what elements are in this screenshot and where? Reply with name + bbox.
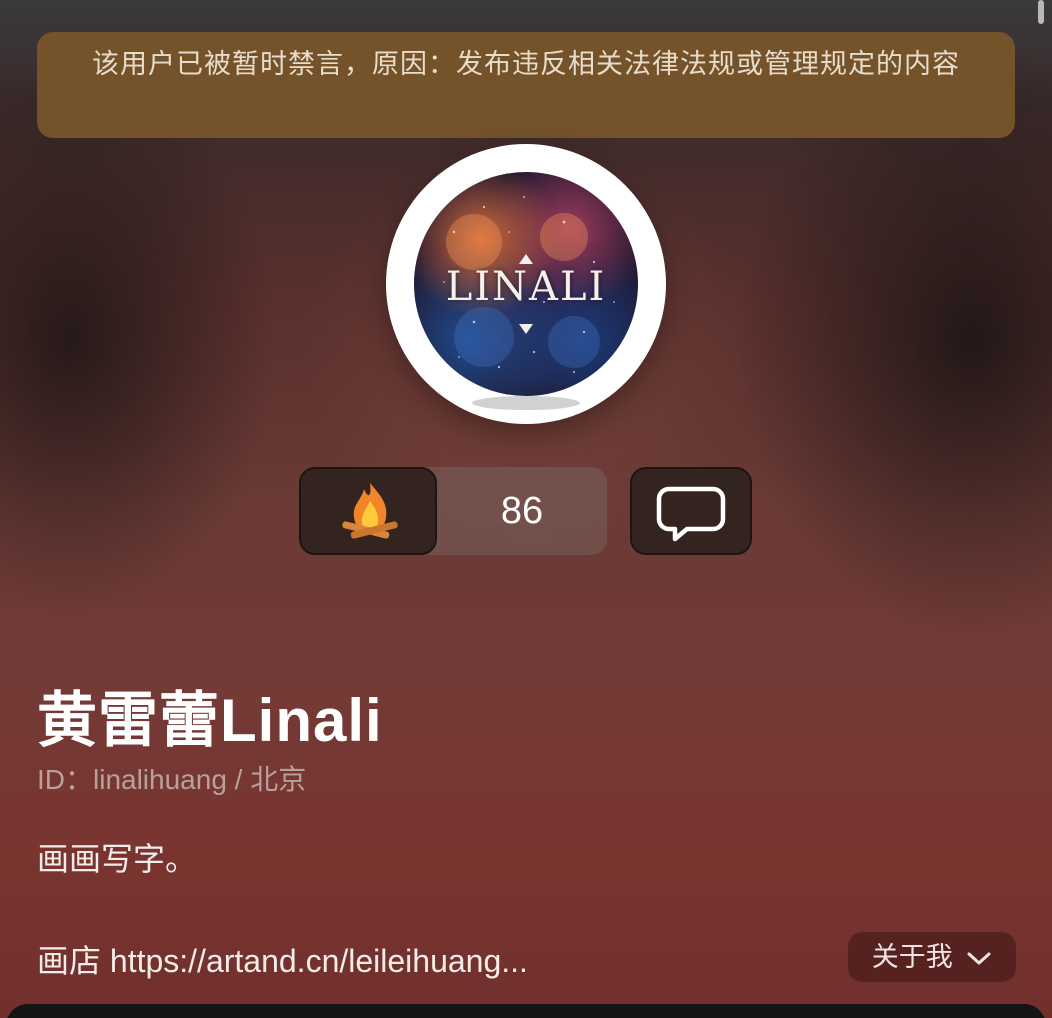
triangle-down-icon [519,324,533,334]
about-me-label: 关于我 [871,942,953,972]
about-me-button[interactable]: 关于我 [848,932,1016,982]
mute-notice-text: 该用户已被暂时禁言，原因：发布违反相关法律法规或管理规定的内容 [92,49,960,80]
profile-screen: 该用户已被暂时禁言，原因：发布违反相关法律法规或管理规定的内容 LINALI 8… [0,0,1052,1018]
profile-id-location: ID：linalihuang / 北京 [37,764,307,795]
message-button[interactable] [630,467,752,555]
mute-notice-banner: 该用户已被暂时禁言，原因：发布违反相关法律法规或管理规定的内容 [37,32,1015,138]
heat-count: 86 [500,490,544,532]
heat-counter[interactable]: 86 [299,467,607,555]
campfire-icon [342,483,398,539]
speech-bubble-icon [656,486,726,542]
bottom-sheet-edge [6,1004,1046,1018]
chevron-down-icon [967,952,991,965]
avatar[interactable]: LINALI [386,144,666,424]
background-shade-left [0,60,280,620]
avatar-image: LINALI [414,172,638,396]
heat-button[interactable] [299,467,437,555]
avatar-shadow [472,396,580,410]
scrollbar[interactable] [1038,0,1044,24]
profile-bio: 画画写字。 [37,841,198,877]
avatar-logo-text: LINALI [445,264,607,310]
triangle-up-icon [519,254,533,264]
profile-name: 黄雷蕾Linali [37,687,383,754]
profile-link[interactable]: 画店 https://artand.cn/leileihuang... [37,936,528,982]
